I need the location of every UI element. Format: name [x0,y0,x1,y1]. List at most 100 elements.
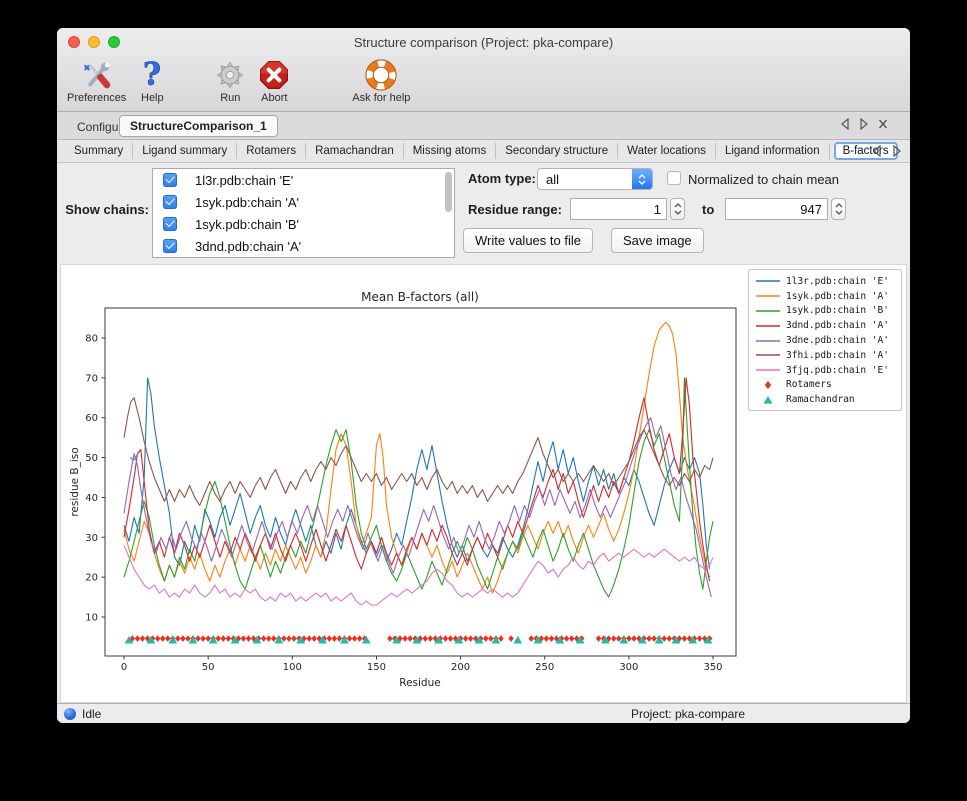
chain-checkbox[interactable] [163,195,177,209]
ask-for-help-button[interactable]: Ask for help [352,58,410,104]
tab-missing-atoms[interactable]: Missing atoms [404,143,497,159]
save-image-button[interactable]: Save image [611,228,704,253]
chevron-updown-icon [632,169,652,189]
toolbar-item-label: Abort [261,92,287,104]
svg-text:50: 50 [85,453,98,464]
tab-secondary-structure[interactable]: Secondary structure [496,143,618,159]
run-button[interactable]: Run [212,58,248,104]
legend-entry: 1syk.pdb:chain 'B' [755,304,896,319]
chain-label: 1l3r.pdb:chain 'E' [195,173,293,188]
legend-entry: Ramachandran [755,392,896,407]
tab-ramachandran[interactable]: Ramachandran [306,143,404,159]
chain-list-item[interactable]: 1l3r.pdb:chain 'E' [153,169,454,191]
toolbar-item-label: Help [141,92,164,104]
range-to-label: to [702,202,714,217]
atom-type-label: Atom type: [468,171,536,186]
window-tab-bar: Configure StructureComparison_1 [57,112,910,140]
chain-checkbox[interactable] [163,173,177,187]
residue-range-from-input[interactable] [571,199,666,219]
tab-scroll-left-icon[interactable] [840,118,850,130]
tools-icon [79,58,115,92]
svg-text:150: 150 [367,662,386,673]
residue-range-to-wrap [725,198,828,220]
chain-checkbox[interactable] [163,239,177,253]
residue-from-stepper[interactable] [670,198,685,220]
tab-ligand-summary[interactable]: Ligand summary [133,143,237,159]
atom-type-select[interactable]: all [537,168,653,190]
chain-label: 1syk.pdb:chain 'A' [195,195,299,210]
legend-entry: Rotamers [755,378,896,393]
svg-text:350: 350 [703,662,722,673]
subtab-scroll-left-icon[interactable] [872,145,882,157]
svg-text:0: 0 [121,662,127,673]
tab-water-locations[interactable]: Water locations [618,143,716,159]
title-bar[interactable]: Structure comparison (Project: pka-compa… [57,28,910,57]
svg-text:50: 50 [202,662,215,673]
chain-list-item[interactable]: 1syk.pdb:chain 'B' [153,213,454,235]
svg-text:Mean B-factors (all): Mean B-factors (all) [361,290,479,304]
svg-text:20: 20 [85,573,98,584]
chain-label: 3dnd.pdb:chain 'A' [195,239,301,254]
svg-text:70: 70 [85,373,98,384]
tab-summary[interactable]: Summary [65,143,133,159]
toolbar-item-label: Ask for help [352,92,410,104]
residue-range-to-input[interactable] [726,199,827,219]
tab-scroll-right-icon[interactable] [859,118,869,130]
write-values-button[interactable]: Write values to file [463,228,593,253]
plot-panel: Mean B-factors (all) Residue residue B_iso… [60,264,907,703]
show-chains-list[interactable]: 1l3r.pdb:chain 'E' 1syk.pdb:chain 'A' 1syk… [152,168,455,258]
chain-label: 1syk.pdb:chain 'B' [195,217,299,232]
residue-range-label: Residue range: [468,202,562,217]
preferences-button[interactable]: Preferences [67,58,126,104]
atom-type-value: all [546,172,559,187]
result-tab-bar: SummaryLigand summaryRotamersRamachandra… [57,140,910,163]
tab-rotamers[interactable]: Rotamers [237,143,306,159]
svg-text:40: 40 [85,493,98,504]
gear-icon [212,58,248,92]
app-window: Structure comparison (Project: pka-compa… [57,28,910,723]
chain-checkbox[interactable] [163,217,177,231]
legend-entry: 3dnd.pdb:chain 'A' [755,318,896,333]
residue-range-from-wrap [570,198,667,220]
chain-list-item[interactable]: 1syk.pdb:chain 'A' [153,191,454,213]
stop-icon [256,58,292,92]
question-icon: ? [134,58,170,92]
svg-text:30: 30 [85,533,98,544]
project-label: Project: pka-compare [631,707,745,721]
svg-text:residue B_iso: residue B_iso [69,447,81,516]
svg-text:60: 60 [85,413,98,424]
list-scrollbar-thumb[interactable] [445,172,452,212]
normalized-checkbox[interactable] [667,171,681,185]
window-title: Structure comparison (Project: pka-compa… [57,35,910,50]
legend-entry: 1l3r.pdb:chain 'E' [755,274,896,289]
chain-list-item[interactable]: 3dnd.pdb:chain 'A' [153,235,454,257]
window-chrome: Structure comparison (Project: pka-compa… [57,28,910,112]
svg-text:200: 200 [451,662,470,673]
controls-panel: Show chains: 1l3r.pdb:chain 'E'1syk.pdb:… [57,163,910,264]
svg-text:10: 10 [85,613,98,624]
legend-entry: 1syk.pdb:chain 'A' [755,289,896,304]
status-bar: Idle Project: pka-compare [57,703,910,723]
help-button[interactable]: ? Help [134,58,170,104]
svg-text:80: 80 [85,334,98,345]
chart-legend: 1l3r.pdb:chain 'E'1syk.pdb:chain 'A'1syk… [748,269,902,411]
svg-text:Residue: Residue [399,677,440,689]
abort-button[interactable]: Abort [256,58,292,104]
toolbar-item-label: Run [220,92,240,104]
tab-ligand-information[interactable]: Ligand information [716,143,830,159]
legend-entry: 3fjq.pdb:chain 'E' [755,363,896,378]
svg-text:300: 300 [619,662,638,673]
legend-entry: 3fhi.pdb:chain 'A' [755,348,896,363]
toolbar-item-label: Preferences [67,92,126,104]
svg-text:100: 100 [283,662,302,673]
tab-close-icon[interactable] [878,118,888,130]
svg-text:250: 250 [535,662,554,673]
subtab-scroll-right-icon[interactable] [892,145,902,157]
tab-structurecomparison-1[interactable]: StructureComparison_1 [119,115,278,137]
status-indicator-icon [64,708,76,720]
list-scrollbar[interactable] [443,170,453,258]
svg-text:?: ? [143,59,161,91]
legend-entry: 3dne.pdb:chain 'A' [755,333,896,348]
residue-to-stepper[interactable] [831,198,846,220]
normalized-label: Normalized to chain mean [688,172,839,187]
